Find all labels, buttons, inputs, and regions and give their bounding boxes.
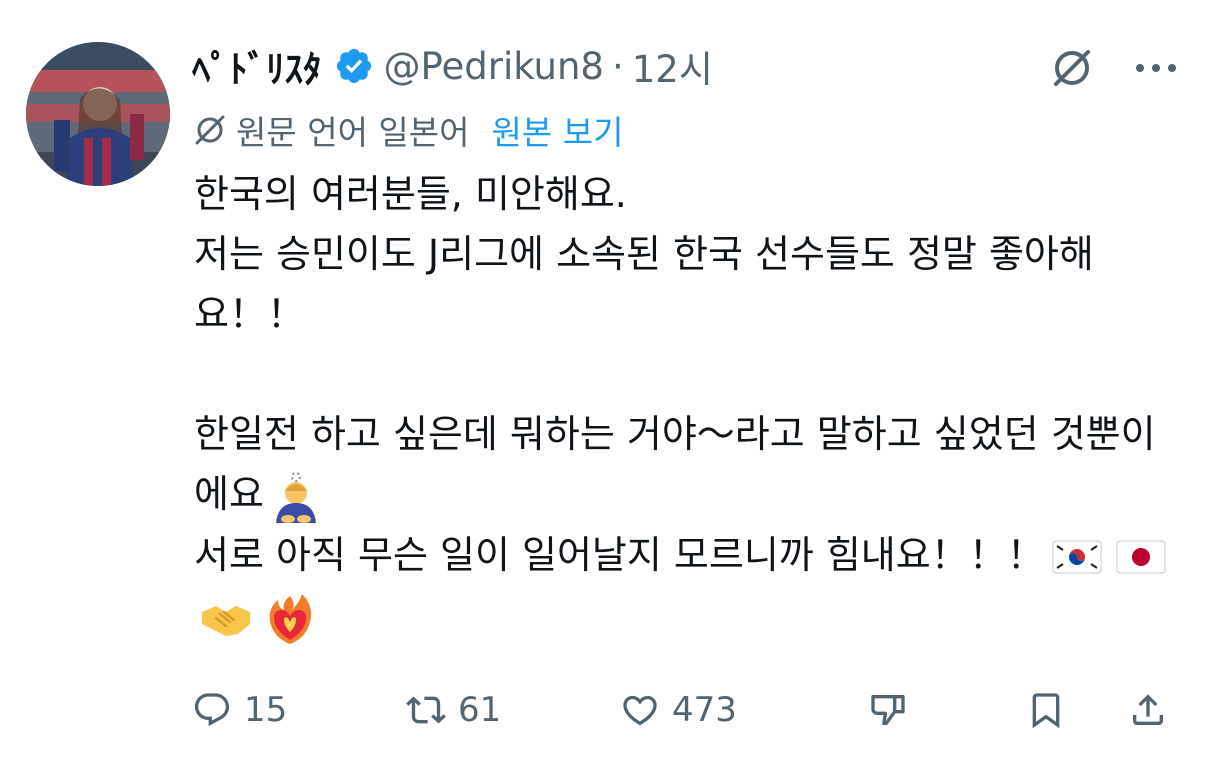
translation-source-language: 원문 언어 일본어 [236, 113, 470, 152]
flag-korea-emoji [1052, 540, 1102, 574]
grok-translate-icon [195, 115, 225, 145]
reply-button[interactable]: 15 [192, 690, 287, 730]
repost-icon [406, 696, 446, 724]
tweet-blank-line [194, 344, 1184, 404]
grok-icon[interactable] [1048, 44, 1096, 92]
heart-icon [623, 695, 657, 726]
header-actions [1048, 40, 1178, 96]
avatar-image [26, 42, 170, 186]
tweet-line-text: 서로 아직 무슨 일이 일어날지 모르니까 힘내요！！！ [194, 532, 1045, 577]
bookmark-button[interactable] [1026, 690, 1066, 730]
avatar[interactable] [26, 42, 170, 186]
dislike-button[interactable] [868, 690, 908, 730]
author-handle[interactable]: @Pedrikun8 [384, 45, 604, 88]
reply-icon [194, 693, 230, 727]
bookmark-icon [1032, 693, 1060, 729]
like-count: 473 [672, 690, 737, 730]
tweet-line: 한국의 여러분들, 미안해요. [194, 172, 627, 216]
thumbs-down-icon [871, 695, 905, 725]
heart-on-fire-emoji [269, 593, 311, 644]
flag-japan-emoji [1116, 540, 1166, 574]
tweet-line: 저는 승민이도 J리그에 소속된 한국 선수들도 정말 좋아해요！！ [194, 232, 1094, 336]
tweet-timestamp[interactable]: 12시 [632, 39, 713, 93]
share-button[interactable] [1128, 690, 1168, 730]
repost-button[interactable]: 61 [406, 690, 501, 730]
tweet-line-text: 한일전 하고 싶은데 뭐하는 거야～라고 말하고 싶었던 것뿐이에요 [194, 412, 1156, 516]
person-bowing-emoji [275, 471, 316, 523]
show-original-link[interactable]: 원본 보기 [492, 106, 624, 154]
reply-count: 15 [244, 690, 288, 730]
handshake-emoji [202, 605, 250, 636]
separator-dot: · [611, 44, 624, 88]
tweet-line-with-emoji: 서로 아직 무슨 일이 일어날지 모르니까 힘내요！！！ [194, 525, 1184, 646]
tweet-actions: 15 61 473 [192, 678, 1182, 742]
repost-count: 61 [458, 690, 502, 730]
verified-badge-icon[interactable] [334, 46, 374, 86]
author-display-name[interactable]: ﾍﾟﾄﾞﾘｽﾀ [192, 39, 322, 93]
like-button[interactable]: 473 [620, 690, 737, 730]
more-icon[interactable] [1134, 60, 1178, 76]
translation-notice: 원문 언어 일본어 원본 보기 [192, 106, 623, 154]
tweet-header: ﾍﾟﾄﾞﾘｽﾀ @Pedrikun8 · 12시 [192, 38, 713, 94]
tweet-line-with-emoji: 한일전 하고 싶은데 뭐하는 거야～라고 말하고 싶었던 것뿐이에요 [194, 404, 1184, 525]
share-icon [1133, 694, 1163, 725]
tweet-text: 한국의 여러분들, 미안해요. 저는 승민이도 J리그에 소속된 한국 선수들도… [194, 164, 1184, 646]
